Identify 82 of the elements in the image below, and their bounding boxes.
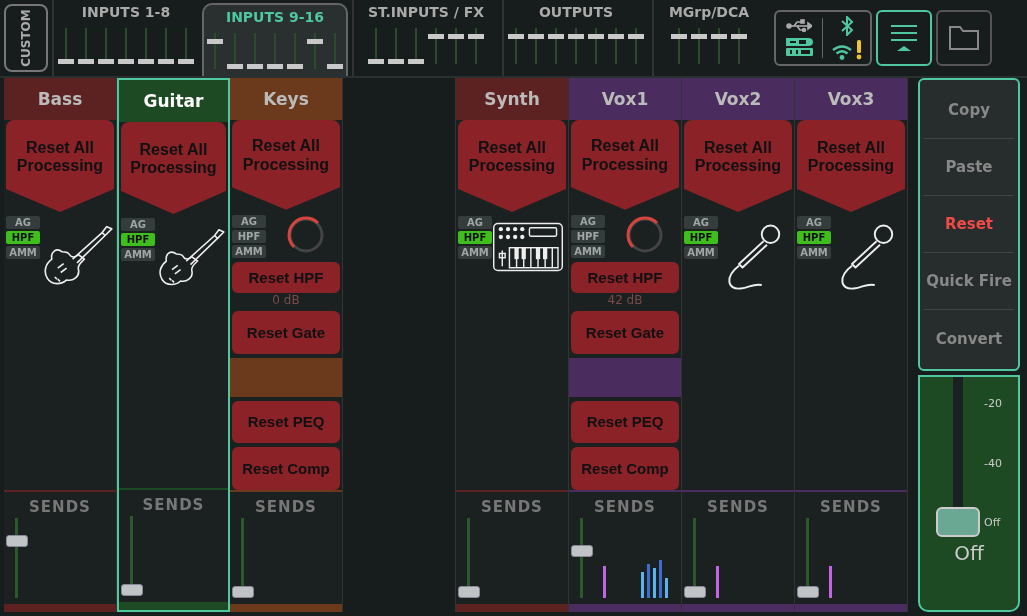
channel-name: Keys xyxy=(263,89,309,109)
channel-strip[interactable]: Keys Reset All Processing AG HPF AMM Reset HPF 0 dB Reset Gate Reset PEQ Reset Comp SENDS xyxy=(230,78,343,612)
menu-button[interactable] xyxy=(876,10,932,66)
channel-name: Guitar xyxy=(143,91,204,111)
send-fader-thumb[interactable] xyxy=(571,545,593,558)
module-badge: AMM xyxy=(6,246,40,259)
action-button[interactable]: Reset xyxy=(924,196,1014,253)
module-badge: HPF xyxy=(232,230,266,244)
sends-label: SENDS xyxy=(594,498,656,516)
scale-label: -40 xyxy=(984,456,1002,470)
gain-knob-icon xyxy=(625,214,665,255)
action-button[interactable]: Quick Fire xyxy=(924,253,1014,310)
module-badge: HPF xyxy=(458,231,492,244)
send-fader-thumb[interactable] xyxy=(6,535,28,547)
custom-button[interactable]: CUSTOM xyxy=(4,4,48,72)
folder-button[interactable] xyxy=(936,10,992,66)
module-badge: HPF xyxy=(121,233,155,246)
channel-strip[interactable]: Vox2 Reset All Processing AG HPF AMM SENDS xyxy=(682,78,795,612)
channel-header[interactable]: Guitar xyxy=(119,80,228,122)
sends-label: SENDS xyxy=(820,498,882,516)
bluetooth-icon xyxy=(839,16,854,36)
sends-label: SENDS xyxy=(707,498,769,516)
send-fader-thumb[interactable] xyxy=(684,586,706,598)
keyboard-icon xyxy=(492,222,564,272)
module-badge: AG xyxy=(797,216,831,229)
sd-card-icon xyxy=(784,37,814,57)
module-badge: HPF xyxy=(571,230,605,244)
channel-header[interactable]: Synth xyxy=(456,78,568,120)
channel-strip[interactable]: Guitar Reset All Processing AG HPF AMM SENDS xyxy=(117,78,230,612)
gain-reading: 0 dB xyxy=(271,293,301,308)
master-fader-thumb[interactable] xyxy=(936,507,980,537)
usb-icon xyxy=(786,19,812,33)
wifi-icon xyxy=(831,44,853,60)
module-badge: AG xyxy=(571,215,605,229)
sends-label: SENDS xyxy=(255,498,317,516)
channel-name: Vox1 xyxy=(601,89,649,109)
module-badge: HPF xyxy=(684,231,718,244)
module-badge: AMM xyxy=(571,245,605,259)
channel-header[interactable]: Vox1 xyxy=(569,78,681,120)
sends-label: SENDS xyxy=(29,498,91,516)
module-badge: AMM xyxy=(121,248,155,261)
channel-name: Vox2 xyxy=(714,89,762,109)
action-button[interactable]: Copy xyxy=(924,82,1014,139)
send-fader-thumb[interactable] xyxy=(121,584,143,596)
channel-header[interactable]: Bass xyxy=(4,78,116,120)
module-badge: AMM xyxy=(684,246,718,259)
channel-header[interactable]: Vox2 xyxy=(682,78,794,120)
folder-icon xyxy=(948,25,980,51)
module-badge: HPF xyxy=(6,231,40,244)
action-button[interactable]: Convert xyxy=(924,310,1014,367)
module-badge: AG xyxy=(232,215,266,229)
sends-label: SENDS xyxy=(142,496,205,514)
channel-header[interactable]: Vox3 xyxy=(795,78,907,120)
channel-strip[interactable]: Vox3 Reset All Processing AG HPF AMM SENDS xyxy=(795,78,908,612)
module-badge: HPF xyxy=(797,231,831,244)
gain-knob-icon xyxy=(286,214,326,255)
channel-header[interactable]: Keys xyxy=(230,78,342,120)
scale-label: Off xyxy=(984,516,1002,529)
status-panel[interactable] xyxy=(774,10,872,66)
bank-tab[interactable]: INPUTS 9-16 xyxy=(202,3,348,76)
master-level-label: Off xyxy=(954,541,984,565)
module-badge: AMM xyxy=(797,246,831,259)
gain-reading: 42 dB xyxy=(606,293,644,308)
module-badge: AG xyxy=(6,216,40,229)
send-fader-thumb[interactable] xyxy=(232,586,254,598)
sends-label: SENDS xyxy=(481,498,543,516)
module-badge: AMM xyxy=(458,246,492,259)
channel-name: Synth xyxy=(484,89,540,109)
module-badge: AG xyxy=(458,216,492,229)
channel-name: Vox3 xyxy=(827,89,875,109)
channel-strip[interactable]: Vox1 Reset All Processing AG HPF AMM Reset HPF 42 dB Reset Gate Reset PEQ Reset Comp SENDS xyxy=(569,78,682,612)
menu-icon xyxy=(889,23,919,53)
channel-strip[interactable]: Bass Reset All Processing AG HPF AMM SENDS xyxy=(4,78,117,612)
channel-name: Bass xyxy=(37,89,83,109)
send-fader-thumb[interactable] xyxy=(797,586,819,598)
module-badge: AMM xyxy=(232,245,266,259)
scale-label: -20 xyxy=(984,397,1002,410)
action-button[interactable]: Paste xyxy=(924,139,1014,196)
module-badge: AG xyxy=(684,216,718,229)
module-badge: AG xyxy=(121,218,155,231)
channel-strip[interactable]: Synth Reset All Processing AG HPF AMM SENDS xyxy=(456,78,569,612)
send-fader-thumb[interactable] xyxy=(458,586,480,598)
